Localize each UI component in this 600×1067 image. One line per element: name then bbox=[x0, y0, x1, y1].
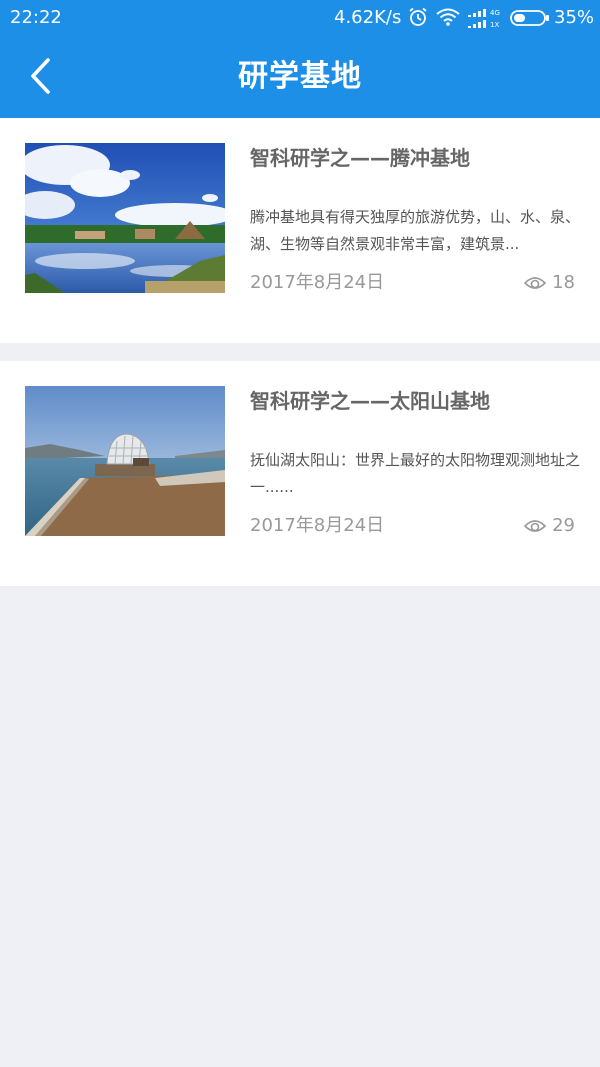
signal-label-1x: 1X bbox=[490, 21, 499, 29]
article-thumbnail[interactable] bbox=[25, 386, 225, 536]
article-thumbnail[interactable] bbox=[25, 143, 225, 293]
article-title: 智科研学之——太阳山基地 bbox=[250, 389, 490, 413]
view-count-value: 29 bbox=[552, 515, 575, 536]
article-date: 2017年8月24日 bbox=[250, 272, 385, 293]
back-button[interactable] bbox=[18, 52, 62, 100]
eye-icon bbox=[524, 519, 547, 532]
article-description: 抚仙湖太阳山：世界上最好的太阳物理观测地址之一...... bbox=[250, 451, 580, 496]
view-count-value: 18 bbox=[552, 272, 575, 293]
nav-bar: 研学基地 bbox=[0, 36, 600, 118]
alarm-icon bbox=[409, 7, 427, 26]
article-card-tengchong[interactable]: 智科研学之——腾冲基地 腾冲基地具有得天独厚的旅游优势，山、水、泉、湖、生物等自… bbox=[0, 118, 600, 343]
wifi-icon bbox=[436, 8, 460, 26]
page-title: 研学基地 bbox=[238, 59, 362, 94]
battery-icon bbox=[510, 10, 549, 26]
top-bar: 22:22 4.62K/s 4G 1X 35% 研学基地 bbox=[0, 0, 600, 118]
network-speed: 4.62K/s bbox=[334, 7, 402, 28]
eye-icon bbox=[524, 276, 547, 289]
article-date: 2017年8月24日 bbox=[250, 515, 385, 536]
article-description: 腾冲基地具有得天独厚的旅游优势，山、水、泉、湖、生物等自然景观非常丰富，建筑景.… bbox=[250, 208, 580, 253]
chevron-left-icon bbox=[31, 58, 50, 94]
article-list: 智科研学之——腾冲基地 腾冲基地具有得天独厚的旅游优势，山、水、泉、湖、生物等自… bbox=[0, 118, 600, 586]
signal-label-4g: 4G bbox=[490, 9, 500, 17]
status-time: 22:22 bbox=[10, 7, 62, 28]
article-card-taiyangshan[interactable]: 智科研学之——太阳山基地 抚仙湖太阳山：世界上最好的太阳物理观测地址之一....… bbox=[0, 361, 600, 586]
signal-icon: 4G 1X bbox=[468, 9, 500, 29]
view-count: 29 bbox=[524, 515, 575, 536]
view-count: 18 bbox=[524, 272, 575, 293]
status-bar: 22:22 4.62K/s 4G 1X 35% bbox=[0, 0, 600, 36]
battery-percent: 35% bbox=[554, 7, 595, 28]
article-title: 智科研学之——腾冲基地 bbox=[250, 146, 470, 170]
lake-village-image bbox=[25, 143, 225, 293]
observatory-image bbox=[25, 386, 225, 536]
